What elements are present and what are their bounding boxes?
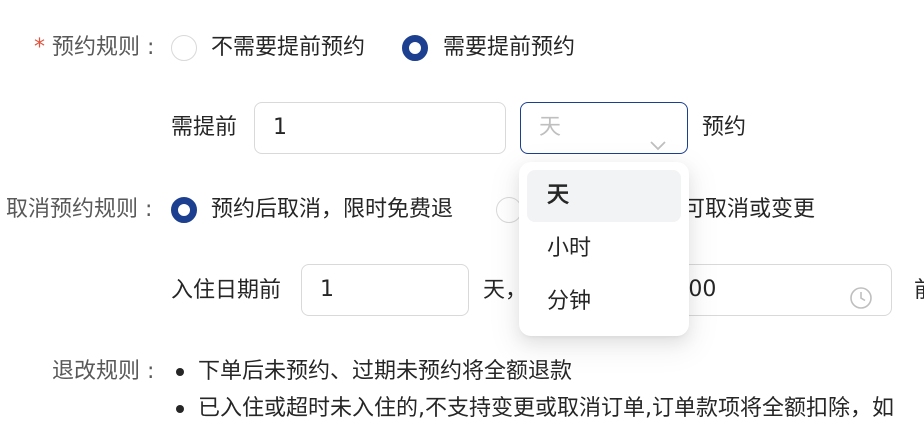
radio-cancel-free-refund[interactable]	[171, 197, 197, 223]
advance-suffix-label: 预约	[702, 115, 747, 140]
cancel-rule-label: 取消预约规则 :	[6, 197, 153, 222]
unit-option-day[interactable]: 天	[527, 170, 681, 222]
bullet-icon	[176, 405, 184, 413]
booking-rule-label: * 预约规则 :	[34, 34, 154, 62]
checkin-days-input[interactable]: 1	[301, 264, 469, 316]
unit-dropdown: 天 小时 分钟	[519, 162, 689, 336]
advance-unit-select[interactable]: 天	[520, 102, 688, 154]
radio-no-advance-booking-label[interactable]: 不需要提前预约	[211, 34, 365, 62]
radio-advance-booking-label[interactable]: 需要提前预约	[443, 34, 575, 62]
radio-advance-booking[interactable]	[402, 35, 428, 61]
advance-value-input[interactable]: 1	[254, 102, 506, 154]
refund-rule-item: 已入住或超时未入住的,不支持变更或取消订单,订单款项将全额扣除，如	[198, 396, 894, 421]
booking-rule-label-text: 预约规则 :	[52, 35, 155, 60]
radio-cancel-free-refund-label[interactable]: 预约后取消，限时免费退	[211, 196, 453, 224]
checkin-trailing-char: 前	[914, 277, 924, 305]
radio-no-advance-booking[interactable]	[171, 35, 197, 61]
refund-rule-item: 下单后未预约、过期未预约将全额退款	[198, 359, 573, 384]
radio-cancel-or-change-label[interactable]: 可取消或变更	[683, 196, 815, 224]
unit-option-minute[interactable]: 分钟	[527, 276, 681, 328]
required-star: *	[34, 35, 45, 60]
chevron-down-icon	[649, 121, 667, 151]
refund-rule-label: 退改规则 :	[52, 359, 155, 384]
unit-option-hour[interactable]: 小时	[527, 223, 681, 275]
clock-icon	[849, 279, 873, 309]
advance-prefix-label: 需提前	[171, 115, 238, 140]
bullet-icon	[176, 368, 184, 376]
advance-unit-select-value: 天	[539, 115, 562, 140]
checkin-prefix-label: 入住日期前	[171, 278, 282, 303]
